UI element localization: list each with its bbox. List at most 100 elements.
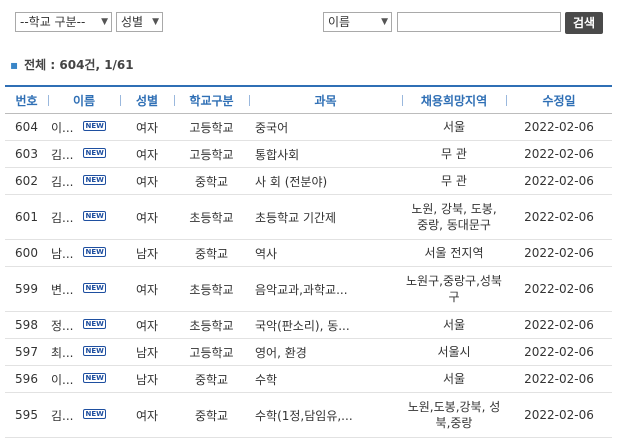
cell-gender: 남자 xyxy=(120,338,174,366)
school-type-select[interactable]: --학교 구분-- ▼ xyxy=(15,12,112,32)
gender-select[interactable]: 성별 ▼ xyxy=(116,12,163,32)
name-link[interactable]: 이... xyxy=(51,373,73,387)
cell-name[interactable]: 변... NEW xyxy=(48,266,120,312)
name-link[interactable]: 김... xyxy=(51,175,73,189)
header-region[interactable]: 채용희망지역 xyxy=(402,85,506,114)
table-row[interactable]: 598 정... NEW 여자 초등학교 국악(판소리), 동... 서울 2022-02-0… xyxy=(5,311,612,339)
cell-name[interactable]: 남... NEW xyxy=(48,239,120,267)
name-link[interactable]: 남... xyxy=(51,247,73,261)
bullet-icon: ▪ xyxy=(10,58,19,72)
cell-school: 고등학교 xyxy=(174,113,249,141)
teacher-list-table: 번호 이름 성별 학교구분 과목 채용희망지역 수정일 604 이... NEW 여자… xyxy=(5,85,612,438)
cell-date: 2022-02-06 xyxy=(506,194,612,240)
header-school[interactable]: 학교구분 xyxy=(174,85,249,114)
cell-no: 595 xyxy=(5,392,48,438)
new-badge-icon: NEW xyxy=(83,174,106,185)
cell-no: 602 xyxy=(5,167,48,195)
table-row[interactable]: 603 김... NEW 여자 고등학교 통합사회 무 관 2022-02-06 xyxy=(5,140,612,168)
name-link[interactable]: 최... xyxy=(51,346,73,360)
new-badge-icon: NEW xyxy=(83,210,106,221)
name-link[interactable]: 정... xyxy=(51,319,73,333)
cell-school: 중학교 xyxy=(174,167,249,195)
cell-name[interactable]: 김... NEW xyxy=(48,140,120,168)
cell-name[interactable]: 김... NEW xyxy=(48,167,120,195)
cell-school: 중학교 xyxy=(174,365,249,393)
result-count: 전체 : 604건, 1/61 xyxy=(24,58,134,72)
gender-value: 성별 xyxy=(121,15,144,29)
search-button[interactable]: 검색 xyxy=(565,12,603,34)
cell-gender: 여자 xyxy=(120,113,174,141)
cell-gender: 여자 xyxy=(120,140,174,168)
name-link[interactable]: 변... xyxy=(51,283,73,297)
cell-date: 2022-02-06 xyxy=(506,365,612,393)
cell-region: 서울 xyxy=(402,311,506,339)
chevron-down-icon: ▼ xyxy=(101,17,108,27)
table-row[interactable]: 600 남... NEW 남자 중학교 역사 서울 전지역 2022-02-06 xyxy=(5,239,612,267)
cell-date: 2022-02-06 xyxy=(506,167,612,195)
cell-name[interactable]: 이... NEW xyxy=(48,113,120,141)
result-summary: ▪ 전체 : 604건, 1/61 xyxy=(10,56,134,74)
cell-subject[interactable]: 초등학교 기간제 xyxy=(249,194,402,240)
cell-date: 2022-02-06 xyxy=(506,392,612,438)
table-row[interactable]: 604 이... NEW 여자 고등학교 중국어 서울 2022-02-06 xyxy=(5,113,612,141)
cell-region: 서울 xyxy=(402,365,506,393)
cell-subject[interactable]: 수학(1정,담임유,... xyxy=(249,392,402,438)
search-input[interactable] xyxy=(397,12,561,32)
cell-name[interactable]: 최... NEW xyxy=(48,338,120,366)
name-link[interactable]: 김... xyxy=(51,148,73,162)
table-row[interactable]: 599 변... NEW 여자 초등학교 음악교과,과학교... 노원구,중랑구,성북구 20… xyxy=(5,266,612,312)
table-row[interactable]: 596 이... NEW 남자 중학교 수학 서울 2022-02-06 xyxy=(5,365,612,393)
cell-gender: 여자 xyxy=(120,194,174,240)
cell-subject[interactable]: 중국어 xyxy=(249,113,402,141)
new-badge-icon: NEW xyxy=(83,147,106,158)
cell-subject[interactable]: 국악(판소리), 동... xyxy=(249,311,402,339)
header-name[interactable]: 이름 xyxy=(48,85,120,114)
cell-no: 603 xyxy=(5,140,48,168)
name-link[interactable]: 김... xyxy=(51,409,73,423)
cell-school: 고등학교 xyxy=(174,338,249,366)
cell-region: 노원, 강북, 도봉, 중랑, 동대문구 xyxy=(402,194,506,240)
new-badge-icon: NEW xyxy=(83,246,106,257)
table-row[interactable]: 601 김... NEW 여자 초등학교 초등학교 기간제 노원, 강북, 도봉, 중랑, … xyxy=(5,194,612,240)
search-field-value: 이름 xyxy=(328,15,351,29)
cell-no: 604 xyxy=(5,113,48,141)
new-badge-icon: NEW xyxy=(83,372,106,383)
search-field-select[interactable]: 이름 ▼ xyxy=(323,12,392,32)
cell-no: 598 xyxy=(5,311,48,339)
cell-date: 2022-02-06 xyxy=(506,311,612,339)
cell-name[interactable]: 김... NEW xyxy=(48,392,120,438)
cell-subject[interactable]: 통합사회 xyxy=(249,140,402,168)
table-row[interactable]: 595 김... NEW 여자 중학교 수학(1정,담임유,... 노원,도봉,강북, 성북… xyxy=(5,392,612,438)
filter-bar: --학교 구분-- ▼ 성별 ▼ 이름 ▼ 검색 xyxy=(0,0,617,44)
cell-subject[interactable]: 영어, 환경 xyxy=(249,338,402,366)
cell-no: 597 xyxy=(5,338,48,366)
name-link[interactable]: 김... xyxy=(51,211,73,225)
cell-school: 중학교 xyxy=(174,239,249,267)
school-type-value: --학교 구분-- xyxy=(20,15,86,29)
cell-name[interactable]: 정... NEW xyxy=(48,311,120,339)
cell-name[interactable]: 김... NEW xyxy=(48,194,120,240)
cell-no: 596 xyxy=(5,365,48,393)
chevron-down-icon: ▼ xyxy=(152,17,159,27)
table-row[interactable]: 597 최... NEW 남자 고등학교 영어, 환경 서울시 2022-02-06 xyxy=(5,338,612,366)
cell-subject[interactable]: 음악교과,과학교... xyxy=(249,266,402,312)
name-link[interactable]: 이... xyxy=(51,121,73,135)
cell-no: 601 xyxy=(5,194,48,240)
header-no[interactable]: 번호 xyxy=(5,85,48,114)
header-gender[interactable]: 성별 xyxy=(120,85,174,114)
header-date[interactable]: 수정일 xyxy=(506,85,612,114)
cell-region: 서울시 xyxy=(402,338,506,366)
cell-subject[interactable]: 사 회 (전분야) xyxy=(249,167,402,195)
table-row[interactable]: 602 김... NEW 여자 중학교 사 회 (전분야) 무 관 2022-02-06 xyxy=(5,167,612,195)
new-badge-icon: NEW xyxy=(83,318,106,329)
cell-gender: 여자 xyxy=(120,167,174,195)
cell-subject[interactable]: 역사 xyxy=(249,239,402,267)
cell-region: 서울 전지역 xyxy=(402,239,506,267)
header-subject[interactable]: 과목 xyxy=(249,85,402,114)
cell-region: 노원구,중랑구,성북구 xyxy=(402,266,506,312)
cell-date: 2022-02-06 xyxy=(506,140,612,168)
cell-subject[interactable]: 수학 xyxy=(249,365,402,393)
cell-name[interactable]: 이... NEW xyxy=(48,365,120,393)
cell-gender: 남자 xyxy=(120,239,174,267)
cell-school: 초등학교 xyxy=(174,194,249,240)
